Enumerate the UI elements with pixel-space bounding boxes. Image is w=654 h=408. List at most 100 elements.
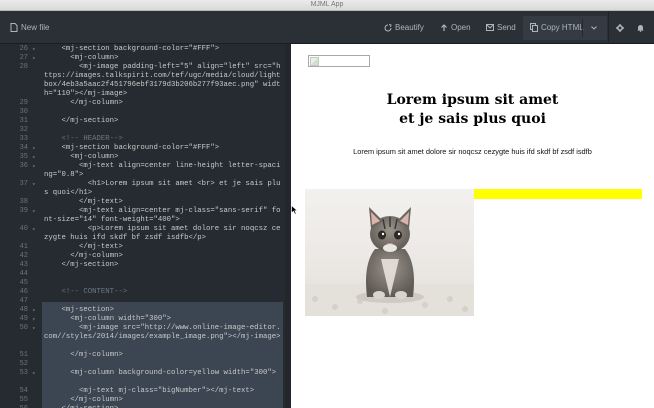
line-number: 49 — [19, 315, 28, 323]
line-number: 47 — [19, 297, 28, 305]
line-number: 55 — [19, 396, 28, 404]
line-number: 35 — [19, 153, 28, 161]
broken-logo-image — [308, 55, 370, 67]
fold-toggle-icon[interactable]: ▾ — [32, 325, 36, 332]
new-file-label: New file — [21, 23, 50, 32]
open-label: Open — [451, 23, 471, 32]
code-line: <!-- CONTENT--> — [44, 288, 128, 296]
line-number: 46 — [19, 288, 28, 296]
copy-icon — [530, 23, 538, 32]
code-line: </mj-column> — [44, 351, 123, 359]
line-number: 32 — [19, 126, 28, 134]
code-line: <h1>Lorem ipsum sit amet <br> et je sais… — [44, 180, 281, 197]
send-button[interactable]: Send — [486, 11, 516, 44]
code-line: <mj-section background-color="#FFF"> — [44, 144, 220, 152]
line-number: 33 — [19, 135, 28, 143]
file-icon — [10, 23, 18, 32]
preview-heading-line-1: Lorem ipsum sit amet — [386, 92, 559, 108]
line-number: 31 — [19, 117, 28, 125]
line-number: 51 — [19, 351, 28, 359]
preview-heading: Lorem ipsum sit amet et je sais plus quo… — [291, 91, 654, 129]
line-number: 40 — [19, 225, 28, 233]
copy-divider — [582, 19, 583, 37]
code-line: </mj-section> — [44, 261, 119, 269]
code-line: <mj-column background-color=yellow width… — [44, 369, 277, 377]
fold-toggle-icon[interactable]: ▾ — [32, 154, 36, 161]
line-number: 28 — [19, 63, 28, 71]
notifications-button[interactable] — [637, 11, 644, 44]
code-line: <mj-column width="300"> — [44, 315, 171, 323]
open-button[interactable]: Open — [440, 11, 471, 44]
code-line: <mj-text align=center line-height letter… — [44, 162, 281, 179]
line-number: 30 — [19, 108, 28, 116]
line-number: 41 — [19, 243, 28, 251]
code-line: <mj-column> — [44, 153, 119, 161]
line-number: 27 — [19, 54, 28, 62]
copy-html-label: Copy HTML — [541, 23, 584, 32]
preview-paragraph: Lorem ipsum sit amet dolore sir noqcsz c… — [353, 147, 592, 156]
line-number: 37 — [19, 180, 28, 188]
preview-heading-line-2: et je sais plus quoi — [399, 111, 546, 127]
line-number: 38 — [19, 198, 28, 206]
fold-toggle-icon[interactable]: ▾ — [32, 316, 36, 323]
code-line: <mj-text align=center mj-class="sans-ser… — [44, 207, 281, 224]
code-line: <!-- HEADER--> — [44, 135, 123, 143]
code-line: <p>Lorem ipsum sit amet dolore sir noqcs… — [44, 225, 281, 242]
line-number: 26 — [19, 45, 28, 53]
fold-toggle-icon[interactable]: ▾ — [32, 145, 36, 152]
line-number: 39 — [19, 207, 28, 215]
beautify-button[interactable]: Beautify — [384, 11, 424, 44]
line-number: 43 — [19, 261, 28, 269]
yellow-column — [474, 189, 642, 199]
fold-toggle-icon[interactable]: ▾ — [32, 181, 36, 188]
code-line: <mj-image src="http://www.online-image-e… — [44, 324, 281, 341]
fold-toggle-icon[interactable]: ▾ — [32, 370, 36, 377]
line-number: 53 — [19, 369, 28, 377]
send-label: Send — [497, 23, 516, 32]
toolbar-divider — [608, 11, 609, 44]
fold-toggle-icon[interactable]: ▾ — [32, 307, 36, 314]
code-line: </mj-column> — [44, 99, 123, 107]
chevron-down-icon — [591, 25, 597, 30]
code-line: <mj-image padding-left="5" align="left" … — [44, 63, 281, 98]
copy-html-button[interactable]: Copy HTML — [530, 11, 584, 44]
fold-toggle-icon[interactable]: ▾ — [32, 163, 36, 170]
new-file-button[interactable]: New file — [10, 11, 49, 44]
fold-toggle-icon[interactable]: ▾ — [32, 55, 36, 62]
bell-icon — [637, 24, 644, 32]
line-number: 44 — [19, 270, 28, 278]
window-title: MJML App — [310, 1, 344, 8]
code-line: </mj-text> — [44, 198, 123, 206]
line-number: 42 — [19, 252, 28, 260]
line-number: 36 — [19, 162, 28, 170]
kitten-image — [305, 189, 474, 316]
code-line: </mj-text> — [44, 243, 123, 251]
line-number-gutter: 26 ▾ 27 ▾ 28 29 30 31 32 33 34 ▾ 35 ▾ 36 ▾ 37 ▾ 38 39 ▾ 40 ▾ 41… — [0, 44, 42, 408]
code-editor[interactable]: 26 ▾ 27 ▾ 28 29 30 31 32 33 34 ▾ 35 ▾ 36 ▾ 37 ▾ 38 39 ▾ 40 ▾ 41… — [0, 44, 291, 408]
line-number: 45 — [19, 279, 28, 287]
code-line: <mj-column> — [44, 54, 119, 62]
settings-button[interactable] — [616, 11, 624, 44]
code-line: <mj-text mj-class="bigNumber"></mj-text> — [44, 387, 255, 395]
code-area[interactable]: <mj-section background-color="#FFF"> <mj… — [42, 44, 283, 408]
copy-options-dropdown[interactable] — [591, 11, 597, 44]
window-titlebar: MJML App — [0, 0, 654, 11]
line-number: 54 — [19, 387, 28, 395]
code-line: <mj-section> — [44, 306, 115, 314]
beautify-label: Beautify — [395, 23, 424, 32]
fold-toggle-icon[interactable]: ▾ — [32, 208, 36, 215]
toolbar: New file Beautify Open Send Copy HTML — [0, 11, 654, 44]
line-number: 50 — [19, 324, 28, 332]
gear-icon — [616, 23, 624, 32]
line-number: 34 — [19, 144, 28, 152]
code-line: </mj-column> — [44, 396, 123, 404]
email-preview: Lorem ipsum sit amet et je sais plus quo… — [291, 44, 654, 408]
mouse-cursor-icon — [291, 202, 299, 220]
beautify-icon — [384, 23, 392, 32]
open-icon — [440, 23, 448, 32]
code-line: </mj-column> — [44, 252, 123, 260]
line-number: 29 — [19, 99, 28, 107]
fold-toggle-icon[interactable]: ▾ — [32, 46, 36, 53]
fold-toggle-icon[interactable]: ▾ — [32, 226, 36, 233]
line-number: 52 — [19, 360, 28, 368]
